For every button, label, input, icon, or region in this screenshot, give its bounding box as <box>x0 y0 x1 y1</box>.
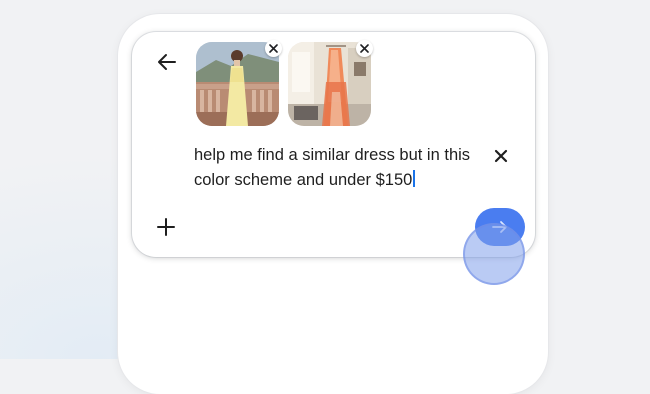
add-attachment-button[interactable] <box>156 217 176 237</box>
back-button[interactable] <box>155 50 179 74</box>
clear-query-button[interactable] <box>492 147 510 165</box>
attachment-thumbnail-dress[interactable] <box>196 42 279 126</box>
close-icon <box>360 44 369 53</box>
plus-icon <box>157 218 175 236</box>
touch-indicator <box>463 223 525 285</box>
close-icon <box>269 44 278 53</box>
search-query-text: help me find a similar dress but in this… <box>194 146 471 189</box>
search-query-input[interactable]: help me find a similar dress but in this… <box>194 143 484 193</box>
text-caret <box>413 170 415 187</box>
remove-attachment-2-button[interactable] <box>356 40 373 57</box>
arrow-left-icon <box>158 54 176 70</box>
dress-photo-image <box>196 42 279 126</box>
close-icon <box>494 149 508 163</box>
remove-attachment-1-button[interactable] <box>265 40 282 57</box>
